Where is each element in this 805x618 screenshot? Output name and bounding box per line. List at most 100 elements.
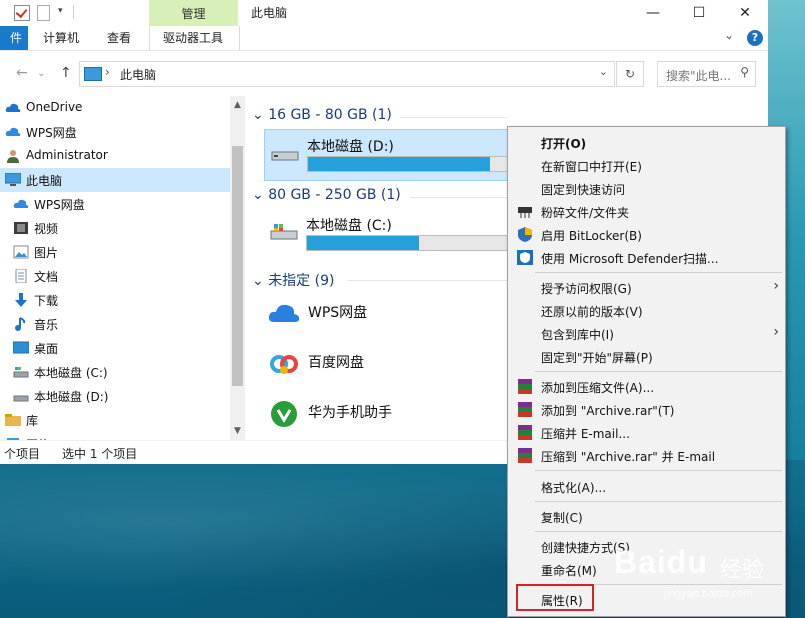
properties-quick-icon[interactable] — [14, 5, 30, 21]
menu-item-restore-previous[interactable]: 还原以前的版本(V) — [508, 299, 785, 322]
drive-tile-c[interactable]: 本地磁盘 (C:) — [264, 209, 507, 259]
huawei-assistant-icon — [271, 401, 297, 427]
menu-item-open-new-window[interactable]: 在新窗口中打开(E) — [508, 154, 785, 177]
sidebar-item-drive-d[interactable]: 本地磁盘 (D:) — [0, 384, 230, 408]
menu-item-defender[interactable]: 使用 Microsoft Defender扫描... — [508, 246, 785, 269]
menu-item-open[interactable]: 打开(O) — [508, 131, 785, 154]
back-button[interactable]: ← — [16, 65, 28, 81]
maximize-button[interactable]: ☐ — [676, 0, 722, 26]
collapse-chevron-icon[interactable]: ⌄ — [252, 187, 264, 203]
sidebar-item-pictures[interactable]: 图片 — [0, 240, 230, 264]
baidu-jingyan-watermark: Baidu 经验 jingyan.baidu.com — [614, 530, 794, 610]
sidebar-item-documents[interactable]: 文档 — [0, 264, 230, 288]
tab-file[interactable]: 件 — [0, 26, 28, 50]
menu-item-label: 使用 Microsoft Defender扫描... — [541, 252, 719, 266]
search-input[interactable]: 搜索"此电... ⚲ — [657, 61, 756, 87]
sidebar-item-onedrive[interactable]: OneDrive — [0, 96, 230, 120]
sidebar-item-libraries[interactable]: 库 — [0, 408, 230, 432]
manage-context-tab[interactable]: 管理 — [149, 0, 238, 26]
menu-item-label: 复制(C) — [541, 511, 583, 525]
menu-item-compress-rar-email[interactable]: 压缩到 "Archive.rar" 并 E-mail — [508, 444, 785, 467]
menu-item-give-access[interactable]: 授予访问权限(G) › — [508, 276, 785, 299]
menu-item-compress-email[interactable]: 压缩并 E-mail... — [508, 421, 785, 444]
scrollbar-thumb[interactable] — [232, 146, 243, 386]
app-name: WPS网盘 — [308, 305, 368, 321]
collapse-chevron-icon[interactable]: ⌄ — [252, 273, 264, 289]
menu-item-pin-quick-access[interactable]: 固定到快速访问 — [508, 177, 785, 200]
menu-item-bitlocker[interactable]: 启用 BitLocker(B) — [508, 223, 785, 246]
menu-item-label: 粉碎文件/文件夹 — [541, 206, 630, 220]
sidebar-item-label: WPS网盘 — [26, 126, 77, 140]
up-button[interactable]: ↑ — [60, 65, 72, 81]
tab-drive-tools[interactable]: 驱动器工具 — [163, 26, 223, 50]
sidebar-item-wps-cloud-2[interactable]: WPS网盘 — [0, 192, 230, 216]
address-bar[interactable]: › 此电脑 ⌄ — [79, 61, 615, 87]
sidebar-item-music[interactable]: 音乐 — [0, 312, 230, 336]
new-folder-quick-icon[interactable] — [37, 5, 50, 21]
minimize-button[interactable]: — — [630, 0, 676, 26]
winrar-icon — [518, 448, 532, 463]
collapse-chevron-icon[interactable]: ⌄ — [252, 107, 264, 123]
group-header[interactable]: ⌄ 未指定 (9) — [252, 270, 334, 290]
sidebar-item-desktop[interactable]: 桌面 — [0, 336, 230, 360]
address-dropdown-icon[interactable]: ⌄ — [599, 65, 608, 78]
cloud-icon — [13, 199, 29, 208]
sidebar-item-label: Administrator — [26, 148, 108, 162]
app-tile-wps-cloud[interactable]: WPS网盘 — [266, 292, 506, 336]
sidebar-item-downloads[interactable]: 下载 — [0, 288, 230, 312]
properties-highlight-box — [516, 584, 594, 611]
ribbon: 件 计算机 查看 驱动器工具 ⌄ ? — [0, 26, 768, 51]
drive-tile-d[interactable]: 本地磁盘 (D:) — [264, 129, 507, 181]
group-header[interactable]: ⌄ 80 GB - 250 GB (1) — [252, 187, 401, 203]
collapse-ribbon-icon[interactable]: ⌄ — [724, 28, 734, 42]
winrar-icon — [518, 379, 532, 394]
menu-item-label: 固定到快速访问 — [541, 183, 626, 197]
tab-computer[interactable]: 计算机 — [43, 26, 79, 50]
cloud-icon — [5, 127, 21, 136]
tab-view[interactable]: 查看 — [107, 26, 131, 50]
group-header-label: 80 GB - 250 GB (1) — [268, 187, 401, 203]
menu-item-format[interactable]: 格式化(A)... — [508, 475, 785, 498]
menu-item-add-archive[interactable]: 添加到压缩文件(A)... — [508, 375, 785, 398]
shield-icon — [518, 227, 532, 242]
group-header[interactable]: ⌄ 16 GB - 80 GB (1) — [252, 107, 392, 123]
menu-item-label: 包含到库中(I) — [541, 328, 614, 342]
sidebar-item-drive-c[interactable]: 本地磁盘 (C:) — [0, 360, 230, 384]
help-icon[interactable]: ? — [747, 30, 763, 46]
watermark-jingyan: 经验 — [720, 558, 765, 583]
desktop-icon — [13, 341, 29, 354]
drive-name: 本地磁盘 (D:) — [307, 139, 394, 155]
sidebar-scrollbar[interactable]: ▲ ▼ — [230, 96, 245, 440]
menu-item-label: 添加到压缩文件(A)... — [541, 381, 655, 395]
refresh-button[interactable]: ↻ — [616, 61, 644, 87]
breadcrumb-this-pc[interactable]: 此电脑 — [120, 66, 156, 83]
breadcrumb-chevron-icon[interactable]: › — [105, 65, 110, 79]
close-button[interactable]: ✕ — [722, 0, 768, 26]
menu-item-shred[interactable]: 粉碎文件/文件夹 — [508, 200, 785, 223]
menu-item-include-library[interactable]: 包含到库中(I) › — [508, 322, 785, 345]
menu-item-pin-start[interactable]: 固定到"开始"屏幕(P) — [508, 345, 785, 368]
sidebar-item-videos[interactable]: 视频 — [0, 216, 230, 240]
quick-access-dropdown-icon[interactable]: ▾ — [58, 7, 66, 16]
item-count: 个项目 — [4, 447, 41, 461]
app-tile-huawei-assistant[interactable]: 华为手机助手 — [266, 392, 506, 436]
drive-usage-fill — [307, 236, 420, 250]
selection-count: 选中 1 个项目 — [62, 447, 138, 461]
navigation-pane: OneDrive WPS网盘 Administrator 此电脑 WPS网盘 视… — [0, 96, 230, 440]
menu-item-label: 启用 BitLocker(B) — [541, 229, 642, 243]
sidebar-item-wps-cloud[interactable]: WPS网盘 — [0, 120, 230, 144]
scroll-down-icon[interactable]: ▼ — [230, 424, 245, 438]
app-tile-baidu-netdisk[interactable]: 百度网盘 — [266, 342, 506, 386]
sidebar-item-label: 本地磁盘 (C:) — [34, 366, 108, 380]
history-dropdown-icon[interactable]: ⌄ — [37, 68, 45, 79]
menu-item-copy[interactable]: 复制(C) — [508, 505, 785, 528]
sidebar-item-this-pc[interactable]: 此电脑 — [0, 168, 230, 192]
title-divider — [73, 5, 74, 19]
submenu-arrow-icon: › — [773, 324, 779, 340]
menu-item-label: 在新窗口中打开(E) — [541, 160, 642, 174]
scroll-up-icon[interactable]: ▲ — [230, 98, 245, 112]
sidebar-item-administrator[interactable]: Administrator — [0, 144, 230, 168]
sidebar-item-network[interactable]: 网络 — [0, 432, 230, 440]
menu-item-add-archive-rar[interactable]: 添加到 "Archive.rar"(T) — [508, 398, 785, 421]
menu-separator — [535, 272, 782, 273]
